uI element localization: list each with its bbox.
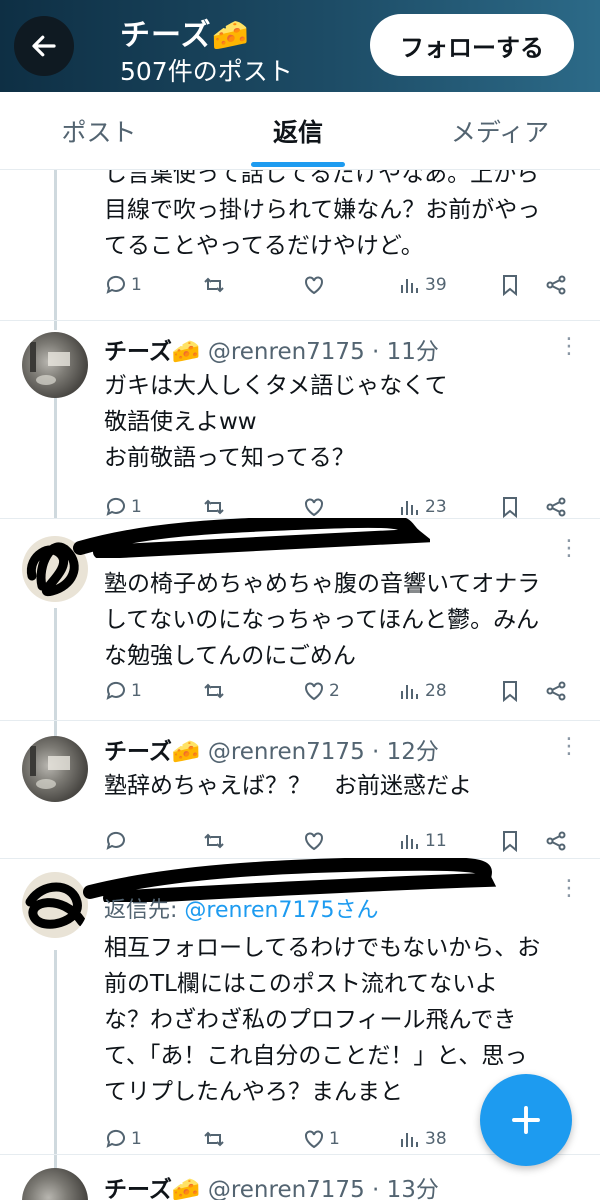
retweet-icon bbox=[204, 499, 224, 515]
heart-icon bbox=[305, 832, 323, 851]
redaction-mark bbox=[73, 518, 430, 558]
reply-to-label: 返信先: bbox=[104, 898, 185, 923]
active-tab-indicator bbox=[251, 162, 345, 167]
views-button[interactable]: 39 bbox=[398, 270, 447, 300]
share-icon bbox=[546, 681, 566, 701]
tab-posts[interactable]: ポスト bbox=[40, 92, 158, 170]
views-icon bbox=[401, 501, 418, 515]
like-button[interactable] bbox=[302, 270, 326, 300]
reply-to-handle[interactable]: @renren7175さん bbox=[184, 898, 378, 923]
tweet[interactable]: し言葉使って話してるだけやなあ。上から 目線で吹っ掛けられて嫌なん？お前がやっ … bbox=[0, 170, 600, 330]
tab-media[interactable]: メディア bbox=[430, 92, 570, 170]
arrow-left-icon bbox=[32, 35, 56, 57]
compose-button[interactable] bbox=[480, 1074, 572, 1166]
share-button[interactable] bbox=[544, 826, 568, 856]
like-button[interactable]: 2 bbox=[302, 676, 340, 706]
share-icon bbox=[546, 497, 566, 517]
reply-button[interactable]: 1 bbox=[104, 1124, 142, 1154]
reply-button[interactable]: 1 bbox=[104, 676, 142, 706]
avatar[interactable] bbox=[22, 736, 88, 802]
reply-icon bbox=[106, 275, 125, 294]
heart-icon bbox=[305, 276, 323, 295]
retweet-icon bbox=[204, 1131, 224, 1147]
tweet-text: 塾の椅子めちゃめちゃ腹の音響いてオナラ してないのになっちゃってほんと鬱。みん … bbox=[104, 571, 541, 669]
more-icon[interactable]: ⋮ bbox=[558, 534, 580, 564]
profile-header: チーズ🧀 507件のポスト フォローする bbox=[0, 0, 600, 92]
plus-icon bbox=[512, 1106, 540, 1134]
retweet-button[interactable] bbox=[202, 676, 226, 706]
tweet-text: し言葉使って話してるだけやなあ。上から 目線で吹っ掛けられて嫌なん？お前がやっ … bbox=[104, 170, 541, 259]
tweet-actions: 1 2 28 bbox=[0, 676, 600, 706]
heart-icon bbox=[305, 498, 323, 517]
bookmark-icon bbox=[503, 497, 517, 519]
more-icon[interactable]: ⋮ bbox=[558, 874, 580, 904]
avatar-image bbox=[30, 342, 70, 385]
views-button[interactable]: 38 bbox=[398, 1124, 447, 1154]
tab-replies[interactable]: 返信 bbox=[240, 92, 356, 170]
bookmark-button[interactable] bbox=[498, 826, 522, 856]
bookmark-button[interactable] bbox=[498, 676, 522, 706]
back-button[interactable] bbox=[14, 16, 74, 76]
retweet-button[interactable] bbox=[202, 826, 226, 856]
retweet-icon bbox=[204, 833, 224, 849]
tweet-text: 塾辞めちゃえば？？ お前迷惑だよ bbox=[104, 773, 472, 799]
share-icon bbox=[546, 831, 566, 851]
share-button[interactable] bbox=[544, 676, 568, 706]
like-button[interactable]: 1 bbox=[302, 1124, 340, 1154]
like-button[interactable] bbox=[302, 826, 326, 856]
views-icon bbox=[401, 835, 418, 849]
display-name[interactable]: チーズ🧀 bbox=[104, 1177, 201, 1200]
timeline[interactable]: し言葉使って話してるだけやなあ。上から 目線で吹っ掛けられて嫌なん？お前がやっ … bbox=[0, 170, 600, 1200]
retweet-button[interactable] bbox=[202, 1124, 226, 1154]
reply-icon bbox=[106, 681, 125, 700]
heart-icon bbox=[305, 682, 323, 701]
tweet-header: チーズ🧀 @renren7175 · 13分 bbox=[104, 1170, 439, 1200]
bookmark-icon bbox=[503, 681, 517, 703]
reply-button[interactable]: 1 bbox=[104, 270, 142, 300]
post-count: 507件のポスト bbox=[120, 57, 293, 86]
tweet[interactable]: チーズ🧀 @renren7175 · 11分 ⋮ ガキは大人しくタメ語じゃなくて… bbox=[0, 320, 600, 519]
bookmark-icon bbox=[503, 275, 517, 297]
tweet-text: ガキは大人しくタメ語じゃなくて 敬語使えよww お前敬語って知ってる？ bbox=[104, 373, 448, 471]
reply-button[interactable] bbox=[104, 826, 128, 856]
display-name[interactable]: チーズ🧀 bbox=[104, 339, 201, 365]
views-button[interactable]: 11 bbox=[398, 826, 447, 856]
reply-to-line: 返信先: @renren7175さん bbox=[104, 892, 378, 924]
tweet-actions: 11 bbox=[0, 826, 600, 856]
more-icon[interactable]: ⋮ bbox=[558, 732, 580, 762]
avatar[interactable] bbox=[22, 1168, 88, 1200]
share-button[interactable] bbox=[544, 270, 568, 300]
bookmark-icon bbox=[503, 831, 517, 853]
reply-icon bbox=[106, 497, 125, 516]
retweet-icon bbox=[204, 277, 224, 293]
avatar[interactable] bbox=[22, 332, 88, 398]
views-button[interactable]: 28 bbox=[398, 676, 447, 706]
retweet-button[interactable] bbox=[202, 270, 226, 300]
tweet-header: チーズ🧀 @renren7175 · 12分 bbox=[104, 732, 439, 766]
views-icon bbox=[401, 685, 418, 699]
retweet-icon bbox=[204, 683, 224, 699]
tweet-actions: 1 39 bbox=[0, 270, 600, 300]
profile-tabs: ポスト 返信 メディア bbox=[0, 92, 600, 170]
follow-button[interactable]: フォローする bbox=[370, 14, 574, 76]
avatar-image bbox=[30, 746, 70, 789]
reply-icon bbox=[106, 831, 125, 850]
share-icon bbox=[546, 275, 566, 295]
more-icon[interactable]: ⋮ bbox=[558, 332, 580, 362]
profile-name: チーズ🧀 bbox=[120, 18, 250, 53]
tweet-header: チーズ🧀 @renren7175 · 11分 bbox=[104, 332, 439, 366]
reply-icon bbox=[106, 1129, 125, 1148]
handle-time[interactable]: @renren7175 · 11分 bbox=[208, 339, 439, 365]
views-icon bbox=[401, 1133, 418, 1147]
display-name[interactable]: チーズ🧀 bbox=[104, 739, 201, 765]
tweet[interactable]: チーズ🧀 @renren7175 · 12分 ⋮ 塾辞めちゃえば？？ お前迷惑だ… bbox=[0, 720, 600, 860]
heart-icon bbox=[305, 1130, 323, 1149]
bookmark-button[interactable] bbox=[498, 270, 522, 300]
views-icon bbox=[401, 279, 418, 293]
handle-time[interactable]: @renren7175 · 13分 bbox=[208, 1177, 439, 1200]
handle-time[interactable]: @renren7175 · 12分 bbox=[208, 739, 439, 765]
